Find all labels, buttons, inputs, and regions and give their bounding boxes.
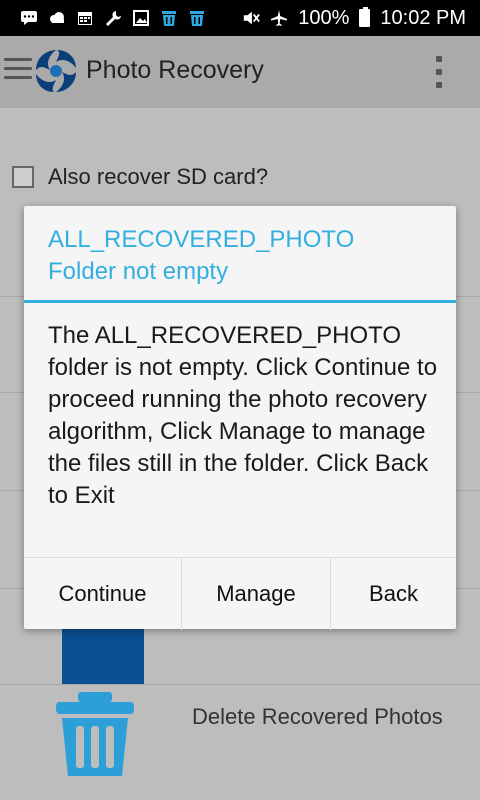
message-icon [20, 10, 38, 26]
trash-icon[interactable] [54, 690, 136, 778]
battery-icon [359, 7, 371, 27]
menu-icon[interactable] [4, 58, 32, 80]
dialog-title-divider [24, 300, 456, 303]
list-divider [0, 684, 480, 685]
dialog-title: ALL_RECOVERED_PHOTO Folder not empty [48, 224, 438, 288]
dialog-title-line2: Folder not empty [48, 258, 229, 285]
sd-card-option[interactable]: Also recover SD card? [12, 164, 268, 190]
image-icon [132, 10, 150, 26]
cloud-icon [48, 10, 66, 26]
app-title: Photo Recovery [86, 56, 264, 84]
dialog-button-bar: Continue Manage Back [24, 557, 456, 630]
delete-recovered-photos-label[interactable]: Delete Recovered Photos [192, 704, 443, 730]
folder-not-empty-dialog: ALL_RECOVERED_PHOTO Folder not empty The… [24, 206, 456, 630]
calendar-icon [76, 10, 94, 26]
manage-button[interactable]: Manage [181, 558, 330, 630]
dialog-message: The ALL_RECOVERED_PHOTO folder is not em… [48, 322, 438, 509]
trash-icon [188, 10, 206, 26]
sd-card-checkbox[interactable] [12, 166, 34, 188]
back-button[interactable]: Back [330, 558, 456, 630]
status-bar-system: 100% 10:02 PM [242, 7, 466, 30]
overflow-menu-icon[interactable] [436, 56, 444, 88]
status-bar: 100% 10:02 PM [0, 0, 480, 36]
status-time: 10:02 PM [380, 6, 466, 29]
mute-icon [242, 10, 261, 26]
app-bar: Photo Recovery [0, 36, 480, 108]
battery-percent: 100% [298, 6, 350, 29]
sd-card-label: Also recover SD card? [48, 164, 269, 189]
wrench-icon [104, 10, 122, 26]
continue-button[interactable]: Continue [24, 558, 181, 630]
status-bar-notifications [20, 10, 206, 26]
dialog-title-line1: ALL_RECOVERED_PHOTO [48, 226, 355, 253]
airplane-icon [270, 10, 288, 26]
app-logo [36, 50, 76, 92]
trash-icon [160, 10, 178, 26]
